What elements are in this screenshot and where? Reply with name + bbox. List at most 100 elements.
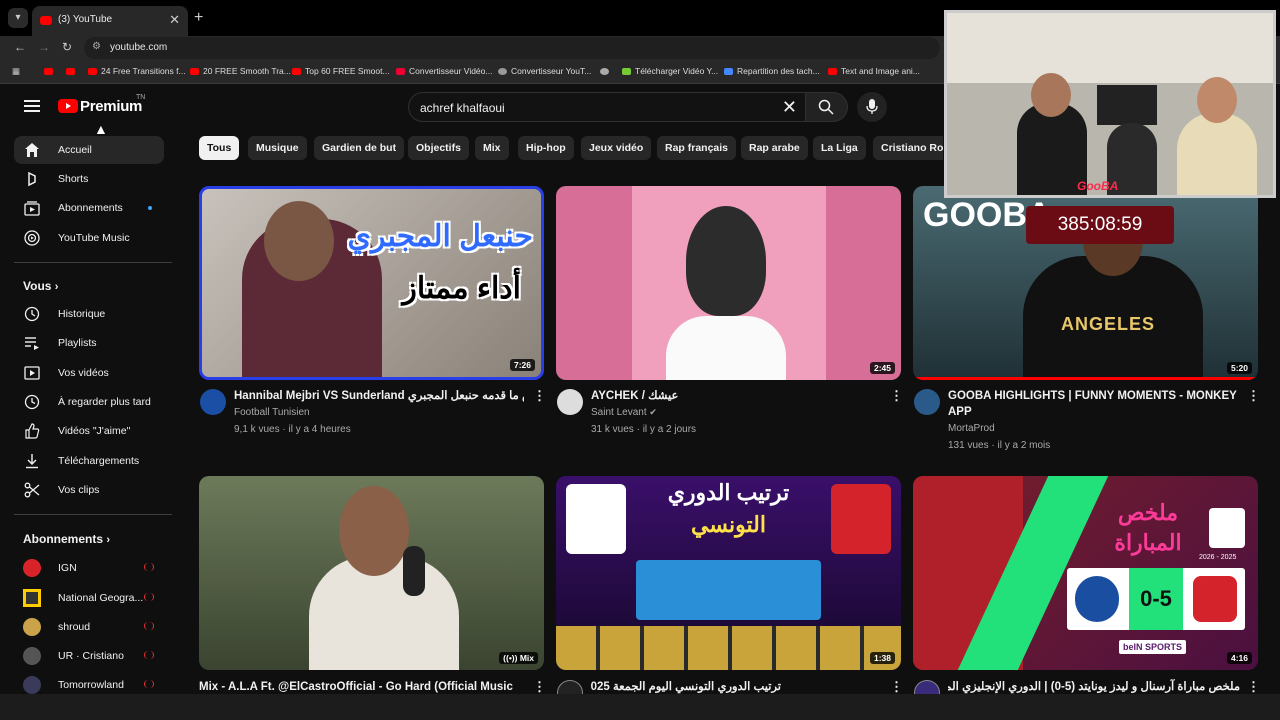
browser-tab[interactable]: (3) YouTube ✕ [32,6,188,36]
new-tab-icon[interactable]: + [194,9,203,27]
stream-tag: GooBA [1077,179,1119,193]
thumbnail-title-1: ملخص [1117,500,1179,525]
sidebar-sub-ign[interactable]: IGN [14,554,164,582]
channel-avatar [23,647,41,665]
chip[interactable]: Rap français [657,136,737,160]
video-channel[interactable]: Football Tunisien [234,407,310,418]
more-options-icon[interactable]: ⋮ [533,679,546,695]
chip[interactable]: La Liga [813,136,866,160]
chip-all[interactable]: Tous [199,136,240,160]
bookmark-item[interactable]: Top 60 FREE Smoot... [292,66,390,76]
shorts-icon [28,171,36,187]
youtube-play-icon [58,99,78,113]
team-logo [566,484,626,554]
url-text[interactable]: youtube.com [110,42,167,53]
sidebar-item-shorts[interactable]: Shorts [14,165,164,193]
chip[interactable]: Jeux vidéo [581,136,652,160]
video-duration: 4:16 [1226,652,1252,664]
channel-avatar[interactable] [200,389,226,415]
site-info-icon[interactable]: ⚙ [92,41,101,52]
like-icon [25,423,40,439]
more-options-icon[interactable]: ⋮ [533,388,546,404]
youtube-favicon-icon [40,16,52,25]
sidebar-sub-natgeo[interactable]: National Geogra... [14,584,164,612]
bookmark-item[interactable] [66,66,79,76]
bookmark-item[interactable]: Convertisseur Vidéo... [396,66,492,76]
bookmark-item[interactable]: Repartition des tach... [724,66,820,76]
sidebar-item-youtube-music[interactable]: YouTube Music [14,224,164,252]
sidebar-item-subscriptions[interactable]: Abonnements [14,194,164,222]
video-title[interactable]: Hannibal Mejbri VS Sunderland ملخص ما قد… [234,388,524,404]
apps-icon[interactable]: ▦ [12,66,20,77]
bookmark-item[interactable]: Télécharger Vidéo Y... [622,66,718,76]
bookmark-item[interactable]: 20 FREE Smooth Tra... [190,66,291,76]
video-channel[interactable]: MortaProd [948,423,995,434]
person-right [1177,113,1257,195]
sidebar-item-watch-later[interactable]: À regarder plus tard [14,388,164,416]
sidebar-item-clips[interactable]: Vos clips [14,476,164,504]
omnibox[interactable]: ⚙ youtube.com [84,37,940,59]
mix-icon: ((•)) [503,653,520,663]
reload-icon[interactable]: ↻ [62,40,72,54]
video-thumbnail[interactable]: 2:45 [556,186,901,380]
thumbnail-title-2: التونسي [691,512,766,537]
forward-icon[interactable]: → [38,40,50,54]
sidebar-item-home[interactable]: Accueil [14,136,164,164]
chip[interactable]: Gardien de but [314,136,405,160]
chip[interactable]: Rap arabe [741,136,808,160]
sidebar-sub-cristiano[interactable]: UR · Cristiano [14,642,164,670]
back-icon[interactable]: ← [14,40,26,54]
bookmark-item[interactable]: Text and Image ani... [828,66,920,76]
menu-icon[interactable] [24,100,40,112]
video-thumbnail[interactable]: ((•)) Mix [199,476,544,670]
channel-avatar [23,559,41,577]
bookmark-item[interactable]: Convertisseur YouT... [498,66,591,76]
sidebar-sub-shroud[interactable]: shroud [14,613,164,641]
channel-avatar[interactable] [557,389,583,415]
sidebar-item-playlists[interactable]: Playlists [14,329,164,357]
subscriptions-section-header[interactable]: Abonnements › [23,532,110,546]
chip[interactable]: Objectifs [408,136,469,160]
live-icon [144,680,154,688]
search-button[interactable] [806,92,848,122]
more-options-icon[interactable]: ⋮ [890,388,903,404]
sidebar-item-downloads[interactable]: Téléchargements [14,447,164,475]
tab-search-button[interactable]: ▾ [8,8,28,28]
bookmark-item[interactable]: 24 Free Transitions f... [88,66,186,76]
more-options-icon[interactable]: ⋮ [1247,388,1260,404]
video-duration: 2:45 [869,362,895,374]
sidebar-item-label: Vos clips [58,484,100,496]
video-thumbnail[interactable]: ملخص المباراة 2026 - 2025 0-5 beIN SPORT… [913,476,1258,670]
download-icon [26,454,38,469]
video-title[interactable]: GOOBA HIGHLIGHTS | FUNNY MOMENTS - MONKE… [948,388,1238,420]
video-thumbnail[interactable]: ترتيب الدوري التونسي 1:38 [556,476,901,670]
you-section-header[interactable]: Vous › [23,279,58,293]
video-title[interactable]: ترتيب الدوري التونسي اليوم الجمعة 22/8/2… [591,679,781,695]
search-query[interactable]: achref khalfaoui [420,101,505,115]
more-options-icon[interactable]: ⋮ [1247,679,1260,695]
video-title[interactable]: Mix - A.L.A Ft. @ElCastroOfficial - Go H… [199,679,519,695]
voice-search-button[interactable] [857,92,887,122]
sidebar-item-history[interactable]: Historique [14,300,164,328]
sidebar-item-liked-videos[interactable]: Vidéos "J'aime" [14,417,164,445]
video-thumbnail[interactable]: حنبعل المجبري أداء ممتاز 7:26 [199,186,544,380]
video-title[interactable]: AYCHEK / عيشك [591,388,678,404]
verified-icon: ✔ [649,407,657,417]
chip[interactable]: Hip-hop [518,136,574,160]
video-channel[interactable]: Saint Levant ✔ [591,407,657,418]
bookmark-item[interactable] [600,66,613,76]
video-title[interactable]: ملخص مباراة آرسنال و ليدز يونايتد (5-0) … [948,679,1240,695]
bookmark-item[interactable] [44,66,57,76]
close-tab-icon[interactable]: ✕ [169,12,180,28]
more-options-icon[interactable]: ⋮ [890,679,903,695]
pitch-graphic [636,560,821,620]
channel-avatar[interactable] [914,389,940,415]
chip[interactable]: Cristiano Ronaldo [873,136,943,160]
clear-search-icon[interactable]: ✕ [782,97,797,118]
sidebar-item-label: À regarder plus tard [58,396,151,408]
search-input[interactable]: achref khalfaoui ✕ [408,92,806,122]
chip[interactable]: Mix [475,136,509,160]
chip[interactable]: Musique [248,136,307,160]
match-score: 0-5 [1129,568,1183,630]
sidebar-item-your-videos[interactable]: Vos vidéos [14,359,164,387]
